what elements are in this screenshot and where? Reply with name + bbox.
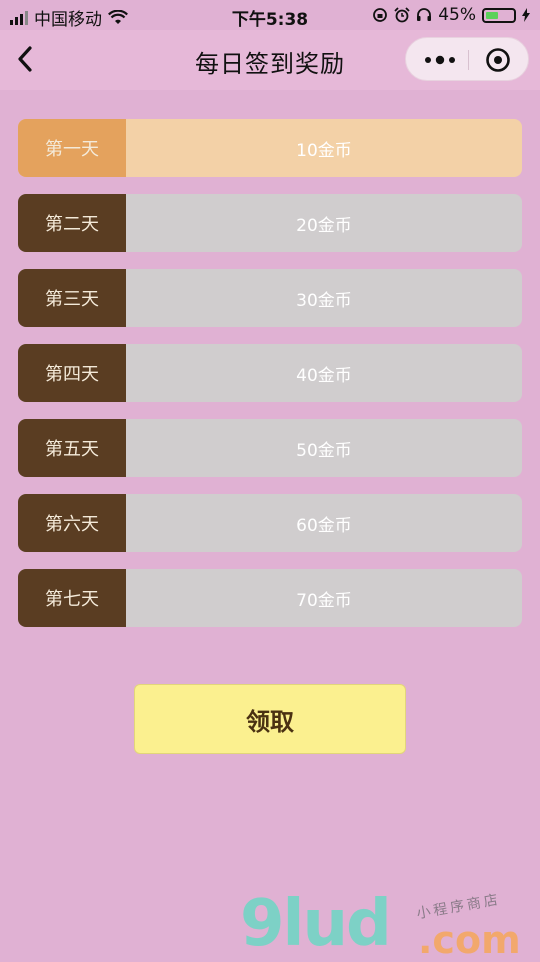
reward-row-day-4[interactable]: 第四天 40金币	[18, 344, 522, 402]
reward-amount: 70金币	[296, 590, 352, 611]
reward-amount: 20金币	[296, 215, 352, 236]
watermark-domain: .com	[418, 918, 521, 962]
day-label: 第三天	[18, 269, 126, 327]
reward-amount: 10金币	[296, 140, 352, 161]
day-label: 第七天	[18, 569, 126, 627]
alarm-icon	[394, 7, 410, 23]
status-bar: 中国移动 下午5:38 45%	[0, 0, 540, 30]
day-label: 第二天	[18, 194, 126, 252]
reward-amount: 40金币	[296, 365, 352, 386]
battery-icon	[482, 7, 516, 23]
reward-list: 第一天 10金币 第二天 20金币 第三天 30金币 第四天 40金币 第五天 …	[18, 119, 522, 644]
status-right: 45%	[372, 5, 530, 25]
close-target-icon[interactable]	[485, 47, 511, 73]
charging-icon	[522, 8, 530, 22]
rotation-lock-icon	[373, 8, 388, 22]
reward-row-day-6[interactable]: 第六天 60金币	[18, 494, 522, 552]
reward-row-day-3[interactable]: 第三天 30金币	[18, 269, 522, 327]
battery-fill	[486, 11, 498, 19]
reward-row-day-1[interactable]: 第一天 10金币	[18, 119, 522, 177]
headphones-icon	[417, 8, 432, 21]
reward-row-day-5[interactable]: 第五天 50金币	[18, 419, 522, 477]
nav-bar: 每日签到奖励	[0, 30, 540, 90]
watermark-logo: 9lud	[240, 887, 392, 961]
claim-button[interactable]: 领取	[134, 684, 406, 754]
reward-amount: 30金币	[296, 290, 352, 311]
mini-program-capsule	[405, 37, 529, 81]
capsule-divider	[468, 50, 469, 70]
day-label: 第五天	[18, 419, 126, 477]
watermark: 9lud 小程序商店 .com	[240, 887, 540, 962]
day-label: 第六天	[18, 494, 126, 552]
reward-amount: 60金币	[296, 515, 352, 536]
reward-row-day-7[interactable]: 第七天 70金币	[18, 569, 522, 627]
day-label: 第一天	[18, 119, 126, 177]
more-dots-icon[interactable]	[422, 50, 458, 70]
battery-percent: 45%	[438, 5, 476, 25]
reward-row-day-2[interactable]: 第二天 20金币	[18, 194, 522, 252]
day-label: 第四天	[18, 344, 126, 402]
reward-amount: 50金币	[296, 440, 352, 461]
